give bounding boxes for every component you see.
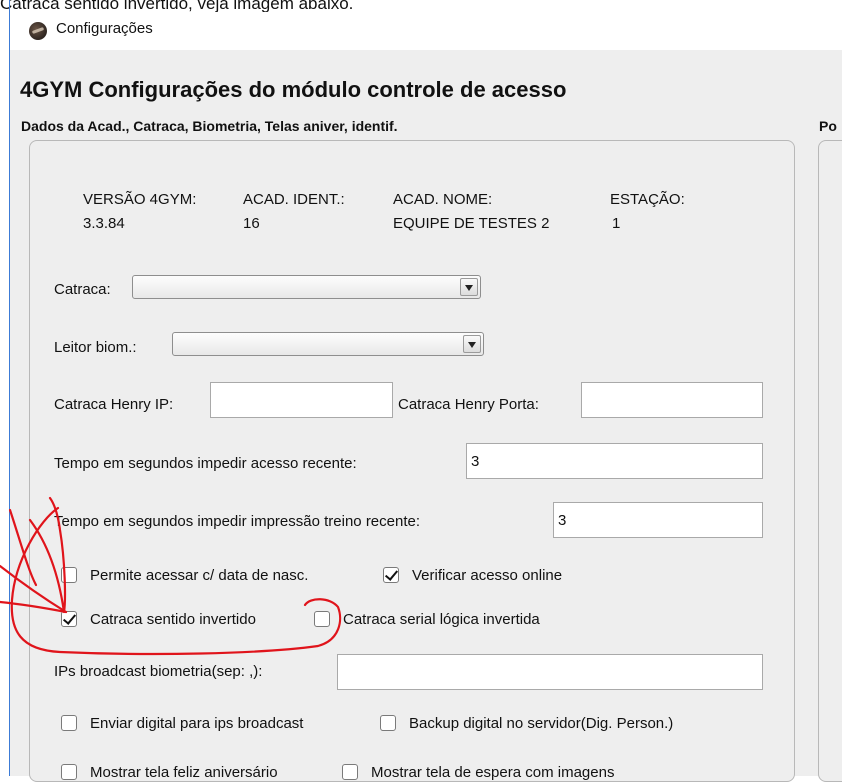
- annotation-stroke-1: [28, 496, 67, 614]
- red-annotation-overlay: [0, 496, 342, 656]
